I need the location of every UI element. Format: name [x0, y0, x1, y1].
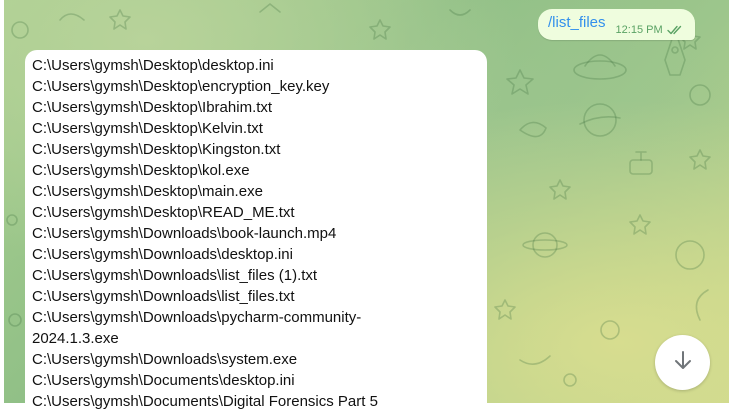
file-path-line: C:\Users\gymsh\Downloads\system.exe	[32, 351, 298, 368]
message-timestamp: 12:15 PM	[615, 23, 663, 36]
double-check-icon	[666, 25, 683, 35]
file-path-line: C:\Users\gymsh\Downloads\pycharm-communi…	[32, 309, 362, 326]
outgoing-message-text: /list_files	[548, 14, 606, 31]
arrow-down-icon	[672, 349, 694, 376]
window-left-edge	[0, 0, 4, 403]
file-path-line: C:\Users\gymsh\Desktop\Ibrahim.txt	[32, 99, 273, 116]
file-path-line: 2024.1.3.exe	[32, 330, 119, 347]
scroll-to-bottom-button[interactable]	[655, 335, 710, 390]
file-path-line: C:\Users\gymsh\Desktop\desktop.ini	[32, 57, 274, 74]
file-path-line: C:\Users\gymsh\Desktop\encryption_key.ke…	[32, 78, 330, 95]
file-path-line: C:\Users\gymsh\Documents\desktop.ini	[32, 372, 295, 389]
file-path-line: C:\Users\gymsh\Desktop\main.exe	[32, 183, 263, 200]
file-path-line: C:\Users\gymsh\Desktop\Kelvin.txt	[32, 120, 263, 137]
file-path-line: C:\Users\gymsh\Documents\Digital Forensi…	[32, 393, 378, 410]
file-path-line: C:\Users\gymsh\Desktop\kol.exe	[32, 162, 250, 179]
file-path-line: C:\Users\gymsh\Downloads\list_files.txt	[32, 288, 295, 305]
file-path-line: C:\Users\gymsh\Desktop\READ_ME.txt	[32, 204, 295, 221]
file-path-line: C:\Users\gymsh\Downloads\list_files (1).…	[32, 267, 318, 284]
outgoing-message-bubble[interactable]: /list_files 12:15 PM	[538, 9, 695, 40]
file-path-line: C:\Users\gymsh\Downloads\desktop.ini	[32, 246, 293, 263]
file-path-line: C:\Users\gymsh\Desktop\Kingston.txt	[32, 141, 281, 158]
file-path-line: C:\Users\gymsh\Downloads\book-launch.mp4	[32, 225, 337, 242]
incoming-message-bubble[interactable]: C:\Users\gymsh\Desktop\desktop.ini C:\Us…	[25, 50, 487, 420]
